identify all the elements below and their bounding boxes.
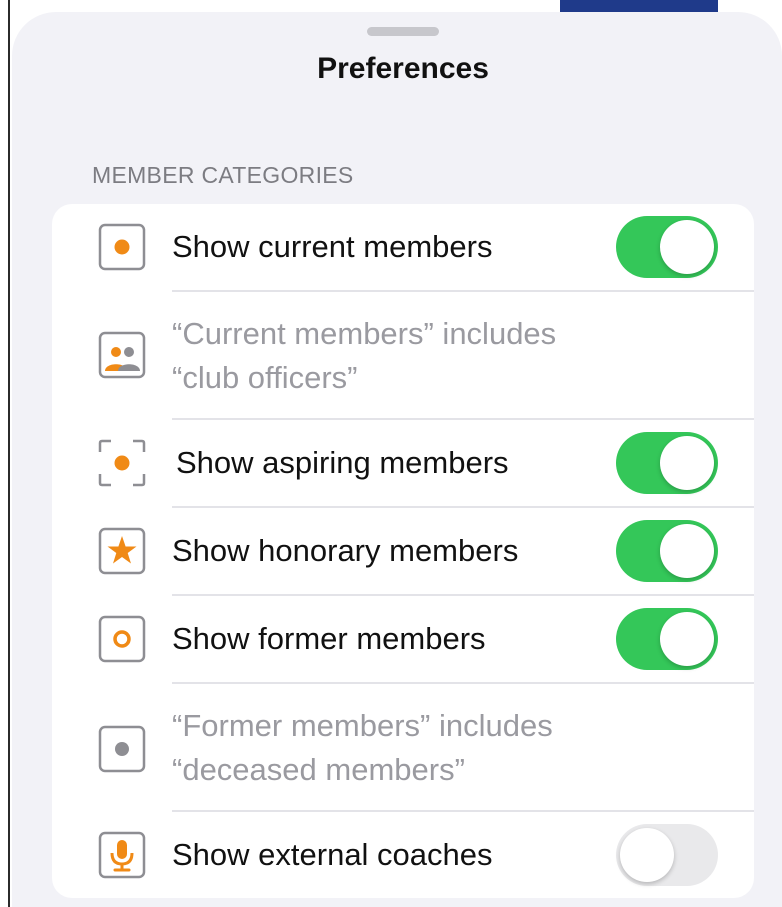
section-header: MEMBER CATEGORIES xyxy=(92,162,354,188)
row-note: “Former members” includes “deceased memb… xyxy=(172,704,692,792)
gray-dot-icon xyxy=(98,725,146,773)
note-line: “deceased members” xyxy=(172,752,465,787)
row-note: “Current members” includes “club officer… xyxy=(172,312,692,400)
note-line: “Former members” includes xyxy=(172,708,553,743)
toggle-knob xyxy=(660,524,714,578)
toggle-knob xyxy=(660,436,714,490)
row-former-members[interactable]: Show former members xyxy=(52,596,754,682)
star-icon xyxy=(98,527,146,575)
toggle-knob xyxy=(660,612,714,666)
toggle-aspiring-members[interactable] xyxy=(616,432,718,494)
microphone-icon xyxy=(98,831,146,879)
toggle-honorary-members[interactable] xyxy=(616,520,718,582)
row-note-current: “Current members” includes “club officer… xyxy=(52,292,754,418)
toggle-knob xyxy=(660,220,714,274)
settings-card: Show current members “Current members” i… xyxy=(52,204,754,898)
square-dot-icon xyxy=(98,223,146,271)
row-label: Show aspiring members xyxy=(176,445,509,480)
note-line: “Current members” includes xyxy=(172,316,557,351)
sheet-grabber-handle[interactable] xyxy=(367,27,439,36)
row-aspiring-members[interactable]: Show aspiring members xyxy=(52,420,754,506)
row-note-former: “Former members” includes “deceased memb… xyxy=(52,684,754,810)
row-label: Show former members xyxy=(172,621,486,656)
toggle-current-members[interactable] xyxy=(616,216,718,278)
row-label: Show current members xyxy=(172,229,493,264)
note-line: “club officers” xyxy=(172,360,358,395)
toggle-external-coaches[interactable] xyxy=(616,824,718,886)
row-label: Show honorary members xyxy=(172,533,519,568)
preferences-sheet: Preferences MEMBER CATEGORIES Show curre… xyxy=(12,12,782,907)
people-icon xyxy=(98,331,146,379)
toggle-knob xyxy=(620,828,674,882)
sheet-title: Preferences xyxy=(317,52,489,85)
background-edge xyxy=(8,0,10,907)
viewfinder-dot-icon xyxy=(98,439,146,487)
row-external-coaches[interactable]: Show external coaches xyxy=(52,812,754,898)
row-label: Show external coaches xyxy=(172,837,493,872)
toggle-former-members[interactable] xyxy=(616,608,718,670)
row-honorary-members[interactable]: Show honorary members xyxy=(52,508,754,594)
ring-icon xyxy=(98,615,146,663)
row-current-members[interactable]: Show current members xyxy=(52,204,754,290)
